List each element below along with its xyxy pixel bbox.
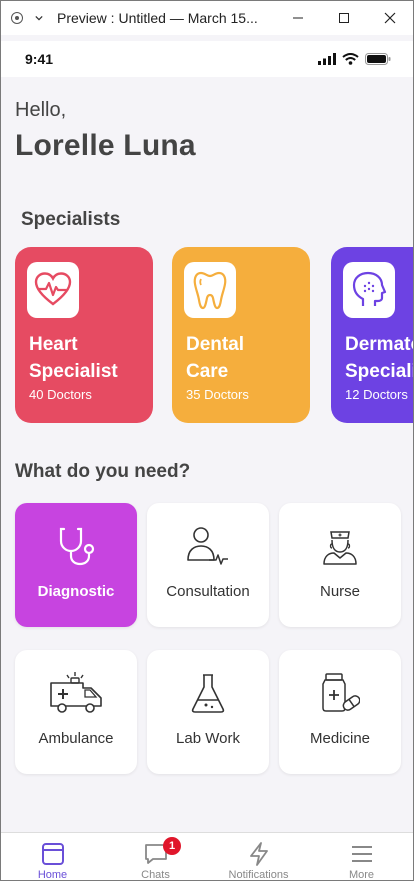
nav-chats[interactable]: 1 Chats: [104, 833, 207, 881]
chat-badge: 1: [163, 837, 181, 855]
lightning-icon: [248, 841, 270, 866]
needs-heading: What do you need?: [15, 461, 191, 482]
home-icon: [41, 841, 64, 866]
chevron-down-icon[interactable]: [35, 14, 43, 22]
need-card-consultation[interactable]: Consultation: [147, 503, 269, 627]
need-card-medicine[interactable]: Medicine: [279, 650, 401, 774]
home-content[interactable]: Hello, Lorelle Luna Specialists Heart Sp…: [1, 77, 413, 832]
menu-icon: [351, 841, 373, 866]
minimize-button[interactable]: [275, 1, 321, 35]
medicine-icon: [279, 668, 401, 718]
nav-label: Notifications: [228, 869, 289, 881]
need-card-lab-work[interactable]: Lab Work: [147, 650, 269, 774]
specialists-carousel[interactable]: Heart Specialist 40 Doctors Dental Care …: [15, 247, 413, 427]
window-titlebar: Preview : Untitled — March 15...: [1, 1, 413, 35]
doctor-consultation-icon: [147, 521, 269, 571]
tooth-icon: [184, 262, 236, 318]
need-label: Medicine: [309, 730, 371, 747]
nurse-icon: [279, 521, 401, 571]
nav-notifications[interactable]: Notifications: [207, 833, 310, 881]
specialists-heading: Specialists: [21, 209, 121, 230]
nav-label: Home: [37, 869, 68, 881]
need-label: Ambulance: [38, 730, 114, 747]
need-label: Consultation: [166, 583, 250, 600]
nav-home[interactable]: Home: [1, 833, 104, 881]
need-card-ambulance[interactable]: Ambulance: [15, 650, 137, 774]
battery-icon: [365, 52, 391, 70]
specialist-card-dental[interactable]: Dental Care 35 Doctors: [172, 247, 310, 423]
app-window: Preview : Untitled — March 15... 9:41 He…: [0, 0, 414, 881]
wifi-icon: [342, 52, 359, 70]
nav-more[interactable]: More: [310, 833, 413, 881]
ambulance-icon: [15, 668, 137, 718]
bottom-nav: Home 1 Chats Notifications More: [1, 832, 413, 881]
status-time: 9:41: [25, 51, 54, 67]
specialist-title: Heart Specialist: [29, 334, 118, 382]
specialist-card-heart[interactable]: Heart Specialist 40 Doctors: [15, 247, 153, 423]
nav-label: More: [348, 869, 375, 881]
head-profile-icon: [343, 262, 395, 318]
specialist-title: Dental Care: [186, 334, 245, 382]
status-bar: 9:41: [1, 41, 413, 77]
window-title: Preview : Untitled — March 15...: [57, 10, 258, 26]
close-button[interactable]: [367, 1, 413, 35]
need-label: Lab Work: [176, 730, 240, 747]
specialist-title: Dermatology Specialist: [345, 334, 413, 382]
specialist-card-dermatology[interactable]: Dermatology Specialist 12 Doctors: [331, 247, 413, 423]
greeting-hello: Hello,: [15, 99, 67, 121]
user-name: Lorelle Luna: [15, 129, 196, 162]
nav-label: Chats: [141, 869, 170, 881]
signal-icon: [318, 52, 336, 70]
need-card-diagnostic[interactable]: Diagnostic: [15, 503, 137, 627]
need-label: Nurse: [319, 583, 360, 600]
specialist-count: 12 Doctors: [345, 387, 408, 402]
need-card-nurse[interactable]: Nurse: [279, 503, 401, 627]
specialist-count: 40 Doctors: [29, 387, 92, 402]
specialist-count: 35 Doctors: [186, 387, 249, 402]
need-label: Diagnostic: [37, 583, 115, 600]
stethoscope-icon: [15, 521, 137, 571]
heart-pulse-icon: [27, 262, 79, 318]
window-record-icon[interactable]: [11, 12, 23, 24]
flask-icon: [147, 668, 269, 718]
maximize-button[interactable]: [321, 1, 367, 35]
